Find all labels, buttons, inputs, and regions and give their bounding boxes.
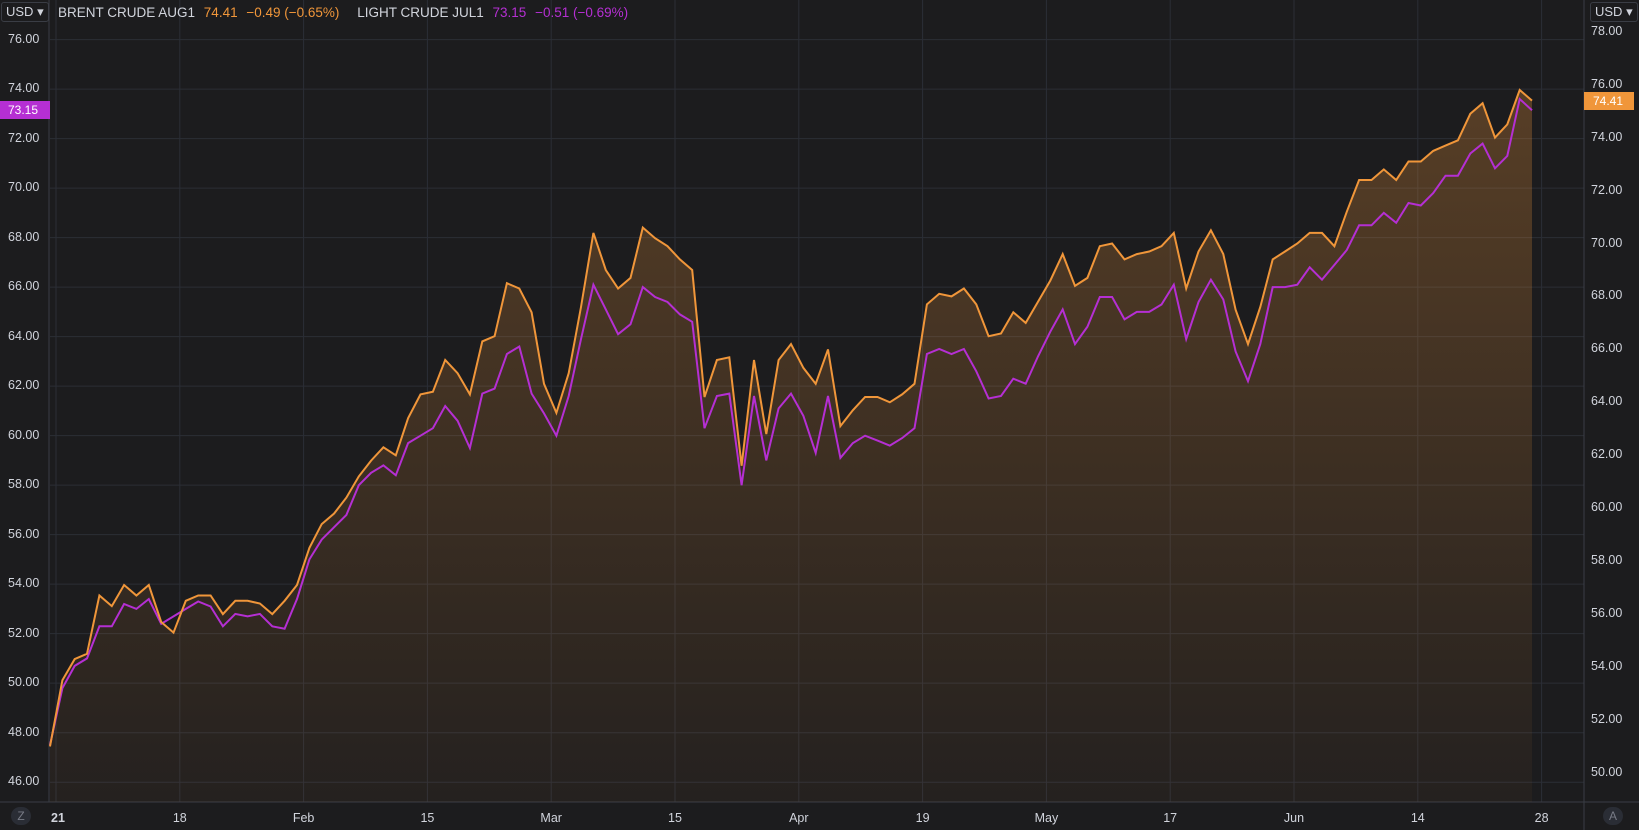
left-axis-tick: 48.00: [8, 724, 40, 739]
time-axis-tick: Jun: [1283, 811, 1305, 825]
price-chart[interactable]: [0, 0, 1639, 830]
right-axis-tick: 72.00: [1591, 182, 1623, 197]
left-axis-tick: 74.00: [8, 81, 40, 96]
time-axis-tick: 15: [420, 811, 435, 825]
right-axis-tick: 66.00: [1591, 341, 1623, 356]
auto-scale-button[interactable]: A: [1603, 807, 1623, 825]
legend-brent-value: 74.41: [203, 5, 238, 20]
left-axis-tick: 64.00: [8, 328, 40, 343]
right-axis-tick: 70.00: [1591, 235, 1623, 250]
left-axis-tick: 56.00: [8, 526, 40, 541]
chart-legend: BRENT CRUDE AUG1 74.41 −0.49 (−0.65%) LI…: [58, 5, 633, 20]
right-axis-tick: 58.00: [1591, 553, 1623, 568]
time-axis-tick: 19: [915, 811, 930, 825]
time-axis-tick: Apr: [789, 811, 809, 825]
time-axis-tick: 28: [1534, 811, 1549, 825]
left-currency-button[interactable]: USD ▾: [1, 2, 49, 22]
light-crude-last-price: 73.15: [8, 103, 39, 118]
time-axis-tick: Feb: [292, 811, 315, 825]
right-axis-tick: 50.00: [1591, 764, 1623, 779]
right-axis-tick: 78.00: [1591, 23, 1623, 38]
brent-crude-last-price: 74.41: [1593, 93, 1624, 108]
left-axis-tick: 76.00: [8, 31, 40, 46]
right-axis-tick: 52.00: [1591, 711, 1623, 726]
right-currency-label: USD: [1595, 4, 1623, 19]
left-axis-tick: 70.00: [8, 180, 40, 195]
time-axis-tick: 17: [1163, 811, 1178, 825]
right-axis-tick: 76.00: [1591, 76, 1623, 91]
legend-brent-name: BRENT CRUDE AUG1: [58, 5, 196, 20]
brent-area-fill: [50, 90, 1532, 802]
left-axis-tick: 66.00: [8, 279, 40, 294]
left-axis-tick: 50.00: [8, 675, 40, 690]
right-axis-tick: 68.00: [1591, 288, 1623, 303]
right-axis-tick: 74.00: [1591, 129, 1623, 144]
light-crude-price-tag: 73.15: [0, 101, 50, 120]
chevron-down-icon: ▾: [1622, 4, 1633, 19]
time-axis-tick: Mar: [540, 811, 562, 825]
left-axis-tick: 72.00: [8, 130, 40, 145]
right-axis-tick: 56.00: [1591, 606, 1623, 621]
left-axis-tick: 54.00: [8, 576, 40, 591]
right-axis-tick: 62.00: [1591, 447, 1623, 462]
zoom-button[interactable]: Z: [11, 807, 31, 825]
time-axis-tick: May: [1034, 811, 1059, 825]
brent-crude-price-tag: 74.41: [1584, 91, 1634, 110]
left-axis-tick: 58.00: [8, 477, 40, 492]
chevron-down-icon: ▾: [33, 4, 44, 19]
left-axis-tick: 68.00: [8, 229, 40, 244]
legend-light-value: 73.15: [492, 5, 527, 20]
time-axis-tick: 18: [172, 811, 187, 825]
right-currency-button[interactable]: USD ▾: [1590, 2, 1638, 22]
right-axis-tick: 60.00: [1591, 500, 1623, 515]
right-axis-tick: 54.00: [1591, 659, 1623, 673]
auto-scale-button-label: A: [1608, 809, 1617, 823]
legend-brent-change: −0.49 (−0.65%): [246, 5, 340, 20]
right-axis-tick: 64.00: [1591, 394, 1623, 409]
time-axis-tick: 21: [51, 811, 65, 825]
left-axis-tick: 46.00: [8, 774, 40, 789]
zoom-button-label: Z: [17, 809, 25, 823]
left-axis-tick: 62.00: [8, 378, 40, 393]
left-axis-tick: 60.00: [8, 427, 40, 442]
left-currency-label: USD: [6, 4, 34, 19]
time-axis-tick: 15: [668, 811, 682, 825]
time-axis-tick: 14: [1410, 811, 1425, 825]
legend-light-name: LIGHT CRUDE JUL1: [357, 5, 484, 20]
left-axis-tick: 52.00: [8, 625, 40, 640]
legend-light-change: −0.51 (−0.69%): [535, 5, 629, 20]
